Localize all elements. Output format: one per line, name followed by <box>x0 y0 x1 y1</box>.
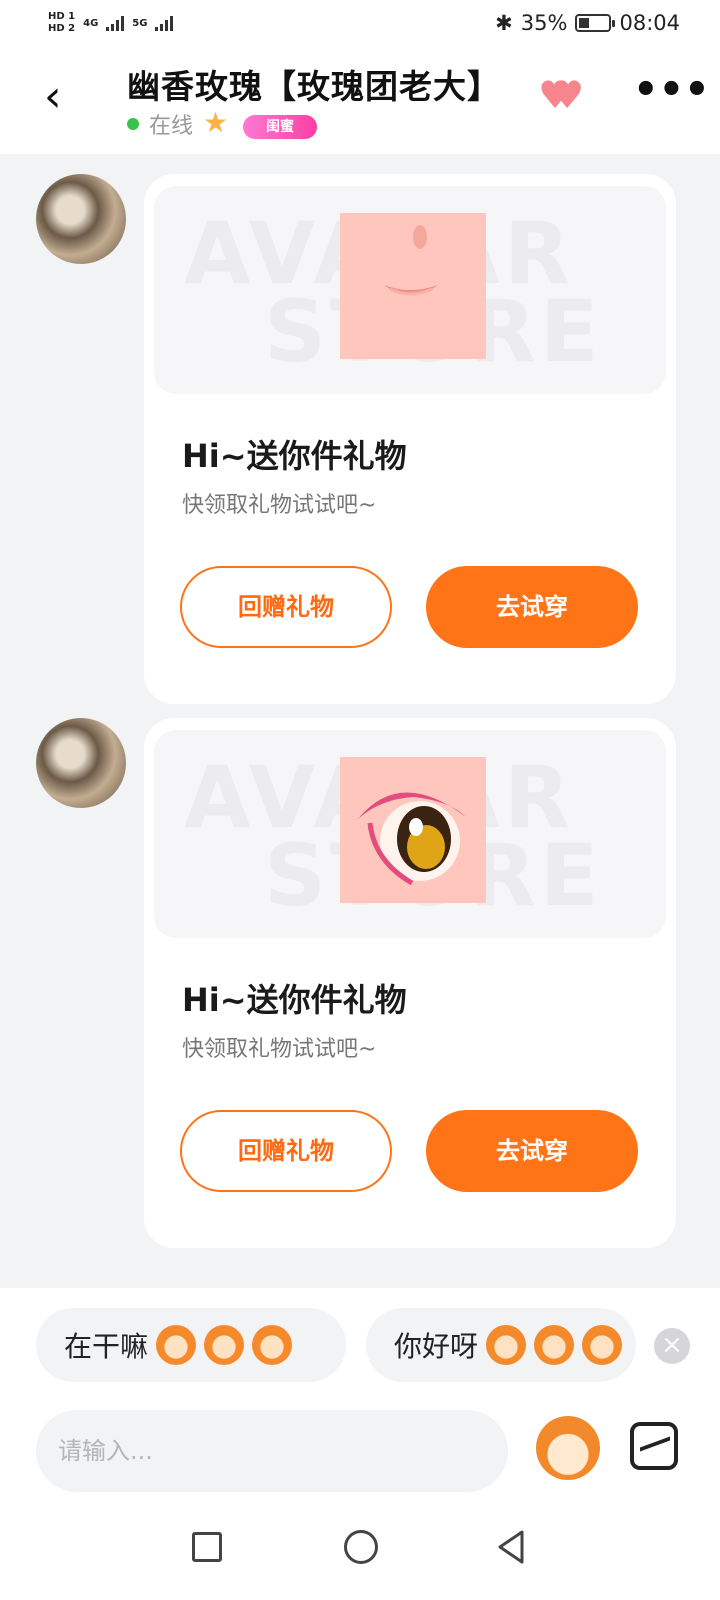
contact-name[interactable]: 幽香玫瑰【玫瑰团老大】 <box>127 60 501 108</box>
return-gift-button[interactable]: 回赠礼物 <box>180 1110 392 1192</box>
image-picker-button[interactable] <box>630 1422 678 1470</box>
emoji-button[interactable] <box>536 1416 600 1480</box>
grin-emoji-icon <box>252 1325 293 1365</box>
battery-icon <box>575 14 616 32</box>
gift-card-title: Hi~送你件礼物 <box>182 981 407 1019</box>
wave-emoji-icon <box>534 1325 575 1365</box>
online-status: 在线 <box>149 114 194 139</box>
network-5g-label: 5G <box>132 17 148 29</box>
status-bar-left: HD 1 HD 2 4G 5G <box>48 11 174 35</box>
status-bar: HD 1 HD 2 4G 5G ✱ 35% 08:04 <box>0 0 720 46</box>
recent-apps-button[interactable] <box>192 1532 222 1562</box>
grin-emoji-icon <box>204 1325 245 1365</box>
gift-card-desc: 快领取礼物试试吧~ <box>182 1037 377 1062</box>
intimacy-hearts-button[interactable]: ♥♥ <box>538 72 592 118</box>
gift-item-eye-image <box>340 757 486 903</box>
sim-indicator: HD 1 HD 2 <box>48 11 75 35</box>
quick-reply-chip[interactable]: 你好呀 <box>366 1308 636 1382</box>
avatar[interactable] <box>36 718 126 808</box>
gift-card-title: Hi~送你件礼物 <box>182 437 407 475</box>
gift-card: AVATAR STORE Hi~送你件礼物 快领取礼物试试吧~ 回赠礼物 去试穿 <box>144 174 676 704</box>
signal-icon <box>106 15 125 31</box>
gift-preview[interactable]: AVATAR STORE <box>154 730 666 938</box>
message-input[interactable]: 请输入... <box>36 1410 508 1492</box>
back-nav-button[interactable] <box>494 1528 528 1566</box>
signal-icon <box>155 15 174 31</box>
gift-card-desc: 快领取礼物试试吧~ <box>182 493 377 518</box>
hearts-icon: ♥♥ <box>538 73 584 117</box>
bestie-badge-label: 闺蜜 <box>243 115 318 139</box>
gift-item-mouth-image <box>340 213 486 359</box>
more-button[interactable]: ••• <box>633 70 710 120</box>
back-button[interactable]: ‹ <box>44 74 84 120</box>
contact-status-row: 在线 ★ 闺蜜 <box>127 108 319 140</box>
return-gift-button[interactable]: 回赠礼物 <box>180 566 392 648</box>
try-on-button[interactable]: 去试穿 <box>426 1110 638 1192</box>
online-dot-icon <box>127 118 139 130</box>
system-nav-bar <box>0 1520 720 1600</box>
close-quick-replies-button[interactable]: × <box>654 1328 690 1364</box>
wave-emoji-icon <box>486 1325 527 1365</box>
sim2-label: HD 2 <box>48 23 76 34</box>
battery-percent: 35% <box>520 11 568 35</box>
battery-fill <box>579 18 590 28</box>
chat-header: ‹ 幽香玫瑰【玫瑰团老大】 在线 ★ 闺蜜 ♥♥ ••• <box>0 46 720 154</box>
bluetooth-icon: ✱ <box>495 11 513 35</box>
gift-card: AVATAR STORE Hi~送你件礼物 快领取礼物试试吧~ 回赠礼物 <box>144 718 676 1248</box>
avatar[interactable] <box>36 174 126 264</box>
chat-messages[interactable]: AVATAR STORE Hi~送你件礼物 快领取礼物试试吧~ 回赠礼物 去试穿 <box>0 154 720 1288</box>
bestie-badge: ★ 闺蜜 <box>203 109 319 139</box>
chevron-left-icon: ‹ <box>44 71 62 122</box>
quick-reply-text: 在干嘛 <box>64 1330 149 1363</box>
network-4g-label: 4G <box>83 17 99 29</box>
home-button[interactable] <box>344 1530 378 1564</box>
status-bar-right: ✱ 35% 08:04 <box>495 11 680 35</box>
close-icon: × <box>661 1330 683 1360</box>
grin-emoji-icon <box>156 1325 197 1365</box>
sim1-label: HD 1 <box>48 11 76 22</box>
quick-reply-chip[interactable]: 在干嘛 <box>36 1308 346 1382</box>
more-dots-icon: ••• <box>633 67 710 113</box>
try-on-button[interactable]: 去试穿 <box>426 566 638 648</box>
quick-reply-text: 你好呀 <box>394 1330 479 1363</box>
gift-preview[interactable]: AVATAR STORE <box>154 186 666 394</box>
wave-emoji-icon <box>582 1325 623 1365</box>
clock: 08:04 <box>619 11 680 35</box>
